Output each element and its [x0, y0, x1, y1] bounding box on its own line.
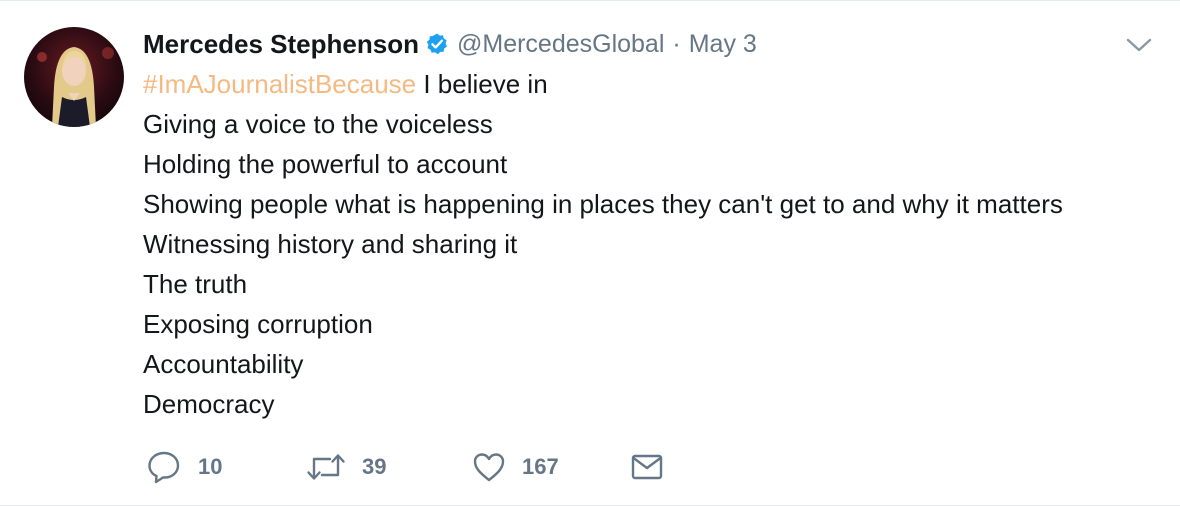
author-handle[interactable]: @MercedesGlobal — [457, 30, 664, 59]
tweet-line: Showing people what is happening in plac… — [143, 189, 1063, 219]
tweet-date[interactable]: May 3 — [689, 30, 757, 59]
tweet-header: Mercedes Stephenson @MercedesGlobal · Ma… — [143, 27, 757, 61]
tweet-line: Democracy — [143, 389, 275, 419]
tweet-line: Giving a voice to the voiceless — [143, 109, 493, 139]
tweet-card[interactable]: Mercedes Stephenson @MercedesGlobal · Ma… — [0, 0, 1180, 506]
verified-badge-icon — [425, 32, 449, 56]
tweet-line-text: I believe in — [416, 69, 548, 99]
separator-dot: · — [672, 29, 681, 58]
tweet-line: Holding the powerful to account — [143, 149, 508, 179]
avatar-image — [24, 27, 124, 127]
tweet-actions: 10 39 167 — [146, 449, 664, 485]
like-count: 167 — [522, 454, 559, 479]
tweet-line: Witnessing history and sharing it — [143, 229, 518, 259]
tweet-line: Accountability — [143, 349, 304, 379]
direct-message-button[interactable] — [630, 452, 664, 482]
chevron-down-icon[interactable] — [1124, 33, 1154, 57]
tweet-line: #ImAJournalistBecause I believe in — [143, 64, 1173, 104]
tweet-text: #ImAJournalistBecause I believe in Givin… — [143, 64, 1173, 424]
hashtag-link[interactable]: #ImAJournalistBecause — [143, 69, 416, 99]
tweet-line: The truth — [143, 269, 248, 299]
retweet-icon — [306, 452, 346, 482]
reply-icon — [146, 450, 182, 484]
reply-count: 10 — [198, 454, 223, 479]
reply-button[interactable]: 10 — [146, 450, 306, 484]
like-button[interactable]: 167 — [472, 451, 630, 483]
envelope-icon — [630, 452, 664, 482]
retweet-button[interactable]: 39 — [306, 452, 472, 482]
heart-icon — [472, 451, 506, 483]
author-name[interactable]: Mercedes Stephenson — [143, 29, 419, 60]
tweet-line: Exposing corruption — [143, 309, 373, 339]
retweet-count: 39 — [362, 454, 387, 479]
avatar[interactable] — [24, 27, 124, 127]
